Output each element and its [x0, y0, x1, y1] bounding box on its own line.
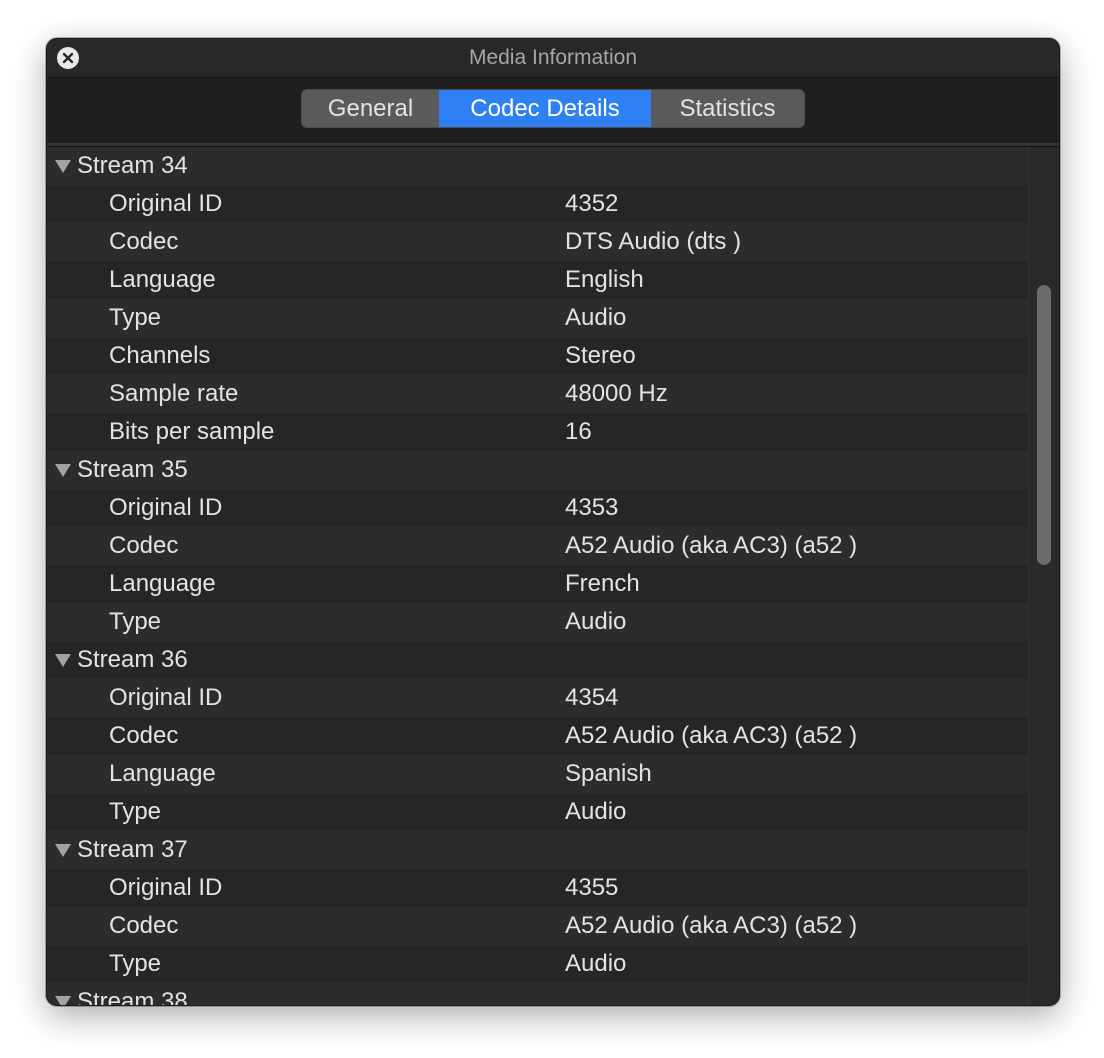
disclosure-triangle-icon[interactable] — [55, 654, 71, 667]
property-row[interactable]: Codec DTS Audio (dts ) — [47, 223, 1028, 261]
stream-row-34[interactable]: Stream 34 — [47, 147, 1028, 185]
property-value: DTS Audio (dts ) — [565, 228, 742, 255]
property-key: Bits per sample — [109, 418, 275, 445]
property-key: Codec — [109, 532, 179, 559]
tab-statistics[interactable]: Statistics — [651, 90, 804, 127]
vertical-scrollbar[interactable] — [1028, 147, 1059, 1005]
tab-bar: General Codec Details Statistics — [301, 89, 805, 128]
disclosure-triangle-icon[interactable] — [55, 844, 71, 857]
disclosure-triangle-icon[interactable] — [55, 996, 71, 1005]
disclosure-triangle-icon[interactable] — [55, 464, 71, 477]
stream-name: Stream 38 — [77, 988, 188, 1005]
property-key: Type — [109, 608, 162, 635]
stream-row-38[interactable]: Stream 38 — [47, 983, 1028, 1005]
property-key: Codec — [109, 912, 179, 939]
stream-name: Stream 35 — [77, 456, 188, 483]
property-key: Codec — [109, 722, 179, 749]
property-value: 4354 — [565, 684, 619, 711]
property-row[interactable]: Bits per sample 16 — [47, 413, 1028, 451]
property-value: French — [565, 570, 640, 597]
property-value: Audio — [565, 304, 627, 331]
property-row[interactable]: Type Audio — [47, 299, 1028, 337]
property-value: 48000 Hz — [565, 380, 668, 407]
stream-name: Stream 34 — [77, 152, 188, 179]
property-key: Type — [109, 798, 162, 825]
window-title: Media Information — [468, 46, 638, 69]
stream-row-35[interactable]: Stream 35 — [47, 451, 1028, 489]
media-information-window: Media Information General Codec Details … — [46, 38, 1060, 1006]
property-value: Spanish — [565, 760, 652, 787]
property-row[interactable]: Type Audio — [47, 793, 1028, 831]
property-value: 4352 — [565, 190, 619, 217]
toolbar: General Codec Details Statistics — [47, 77, 1059, 144]
property-row[interactable]: Type Audio — [47, 945, 1028, 983]
property-key: Language — [109, 760, 216, 787]
property-key: Codec — [109, 228, 179, 255]
property-row[interactable]: Original ID 4354 — [47, 679, 1028, 717]
property-key: Language — [109, 266, 216, 293]
property-key: Channels — [109, 342, 211, 369]
property-key: Original ID — [109, 684, 223, 711]
property-row[interactable]: Sample rate 48000 Hz — [47, 375, 1028, 413]
property-row[interactable]: Original ID 4352 — [47, 185, 1028, 223]
property-row[interactable]: Codec A52 Audio (aka AC3) (a52 ) — [47, 907, 1028, 945]
scrollbar-thumb[interactable] — [1037, 285, 1051, 565]
stream-name: Stream 36 — [77, 646, 188, 673]
property-key: Language — [109, 570, 216, 597]
stream-row-37[interactable]: Stream 37 — [47, 831, 1028, 869]
codec-details-tree: Stream 34 Original ID 4352 Codec DTS Aud… — [47, 147, 1028, 1005]
property-row[interactable]: Codec A52 Audio (aka AC3) (a52 ) — [47, 717, 1028, 755]
property-key: Type — [109, 950, 162, 977]
property-row[interactable]: Original ID 4353 — [47, 489, 1028, 527]
property-value: A52 Audio (aka AC3) (a52 ) — [565, 532, 858, 559]
tab-general[interactable]: General — [302, 90, 439, 127]
stream-row-36[interactable]: Stream 36 — [47, 641, 1028, 679]
property-key: Type — [109, 304, 162, 331]
property-row[interactable]: Language French — [47, 565, 1028, 603]
property-value: Stereo — [565, 342, 636, 369]
property-key: Original ID — [109, 190, 223, 217]
property-key: Original ID — [109, 494, 223, 521]
property-row[interactable]: Language English — [47, 261, 1028, 299]
property-row[interactable]: Codec A52 Audio (aka AC3) (a52 ) — [47, 527, 1028, 565]
property-row[interactable]: Type Audio — [47, 603, 1028, 641]
property-value: 4355 — [565, 874, 619, 901]
disclosure-triangle-icon[interactable] — [55, 160, 71, 173]
property-value: Audio — [565, 798, 627, 825]
property-value: 4353 — [565, 494, 619, 521]
property-value: A52 Audio (aka AC3) (a52 ) — [565, 722, 858, 749]
stream-name: Stream 37 — [77, 836, 188, 863]
property-value: English — [565, 266, 644, 293]
property-key: Sample rate — [109, 380, 239, 407]
title-bar[interactable]: Media Information — [47, 39, 1059, 77]
property-value: Audio — [565, 950, 627, 977]
property-row[interactable]: Channels Stereo — [47, 337, 1028, 375]
property-value: 16 — [565, 418, 592, 445]
property-value: A52 Audio (aka AC3) (a52 ) — [565, 912, 858, 939]
property-row[interactable]: Original ID 4355 — [47, 869, 1028, 907]
tab-codec-details[interactable]: Codec Details — [439, 90, 651, 127]
property-row[interactable]: Language Spanish — [47, 755, 1028, 793]
property-key: Original ID — [109, 874, 223, 901]
property-value: Audio — [565, 608, 627, 635]
